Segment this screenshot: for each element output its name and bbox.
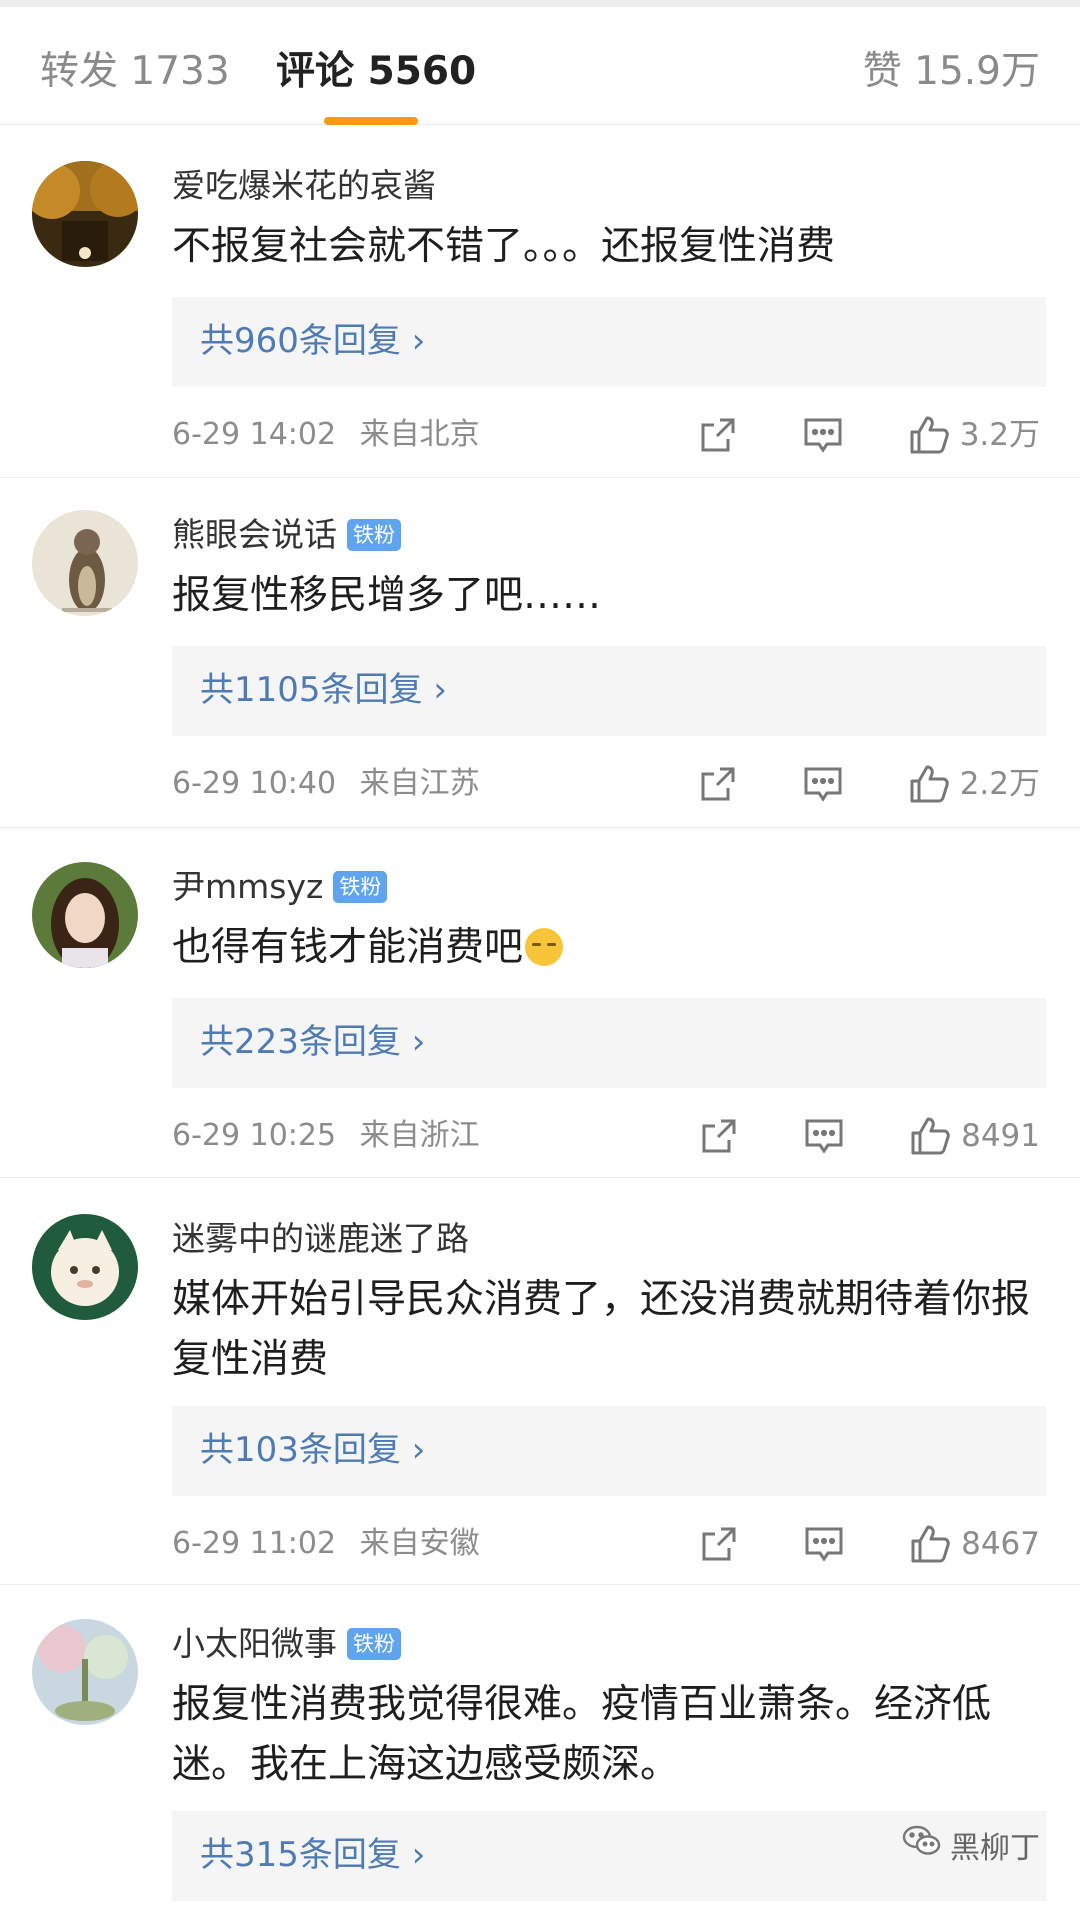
comment-location: 来自北京 bbox=[359, 417, 480, 452]
fan-badge: 铁粉 bbox=[347, 519, 401, 551]
watermark: 黑柳丁 bbox=[902, 1823, 1040, 1867]
comment-item: 熊眼会说话 铁粉 报复性移民增多了吧…… 共1105条回复 › 6-29 10:4… bbox=[0, 478, 1080, 828]
avatar[interactable] bbox=[32, 510, 138, 616]
status-strip bbox=[0, 0, 1080, 7]
comment-item: 尹mmsyz 铁粉 也得有钱才能消费吧 共223条回复 › 6-29 10:25 … bbox=[0, 828, 1080, 1178]
replies-box[interactable]: 共960条回复 › bbox=[172, 297, 1046, 387]
comment-actions: 8491 bbox=[699, 1114, 1040, 1158]
active-tab-indicator bbox=[324, 117, 418, 125]
comment-actions: 8467 bbox=[699, 1522, 1040, 1566]
username[interactable]: 小太阳微事 铁粉 bbox=[172, 1623, 401, 1665]
fan-badge: 铁粉 bbox=[333, 871, 388, 903]
share-icon[interactable] bbox=[698, 415, 738, 455]
comment-actions: 3.2万 bbox=[698, 413, 1040, 457]
comment-text: 也得有钱才能消费吧 bbox=[172, 918, 1040, 978]
share-icon[interactable] bbox=[699, 1116, 739, 1156]
like-count: 8491 bbox=[961, 1118, 1040, 1154]
tab-likes[interactable]: 赞 15.9万 bbox=[863, 47, 1040, 97]
avatar[interactable] bbox=[32, 1214, 138, 1320]
thumbs-up-icon[interactable] bbox=[908, 414, 950, 456]
comment-meta: 6-29 10:25 来自浙江 bbox=[172, 1116, 480, 1156]
comment-location: 来自江苏 bbox=[359, 766, 480, 801]
comment-list: 爱吃爆米花的哀酱 不报复社会就不错了。。。还报复性消费 共960条回复 › 6-… bbox=[0, 125, 1080, 1915]
thumbs-up-icon[interactable] bbox=[908, 763, 950, 805]
username[interactable]: 尹mmsyz 铁粉 bbox=[172, 866, 388, 908]
comment-item: 爱吃爆米花的哀酱 不报复社会就不错了。。。还报复性消费 共960条回复 › 6-… bbox=[0, 125, 1080, 478]
like-count: 3.2万 bbox=[959, 417, 1040, 453]
comment-meta: 6-29 10:40 来自江苏 bbox=[172, 764, 480, 804]
comment-actions: 2.2万 bbox=[698, 762, 1040, 806]
thumbs-up-icon[interactable] bbox=[909, 1115, 951, 1157]
comment-meta: 6-29 11:02 来自安徽 bbox=[172, 1524, 480, 1564]
replies-link[interactable]: 共103条回复 › bbox=[200, 1427, 425, 1473]
like-count: 8467 bbox=[961, 1526, 1040, 1562]
comment-time: 6-29 10:25 bbox=[172, 1118, 337, 1153]
comment-meta: 6-29 14:02 来自北京 bbox=[172, 415, 480, 455]
comment-location: 来自浙江 bbox=[359, 1118, 480, 1153]
comment-item: 迷雾中的谜鹿迷了路 媒体开始引导民众消费了，还没消费就期待着你报复性消费 共10… bbox=[0, 1178, 1080, 1585]
like-count: 2.2万 bbox=[959, 766, 1040, 802]
comment-time: 6-29 10:40 bbox=[172, 766, 337, 801]
username[interactable]: 迷雾中的谜鹿迷了路 bbox=[172, 1218, 469, 1260]
replies-box[interactable]: 共1105条回复 › bbox=[172, 646, 1046, 736]
fan-badge: 铁粉 bbox=[347, 1628, 401, 1660]
comment-location: 来自安徽 bbox=[359, 1526, 480, 1561]
share-icon[interactable] bbox=[699, 1524, 739, 1564]
replies-link[interactable]: 共1105条回复 › bbox=[200, 667, 447, 713]
tab-repost[interactable]: 转发 1733 bbox=[40, 47, 230, 97]
sleepy-emoji-icon bbox=[525, 928, 564, 966]
thumbs-up-icon[interactable] bbox=[909, 1523, 951, 1565]
replies-link[interactable]: 共223条回复 › bbox=[200, 1019, 425, 1065]
comment-text: 报复性移民增多了吧…… bbox=[172, 573, 602, 618]
replies-link[interactable]: 共315条回复 › bbox=[200, 1832, 425, 1878]
comment-text: 媒体开始引导民众消费了，还没消费就期待着你报复性消费 bbox=[172, 1277, 1031, 1382]
comment-icon[interactable] bbox=[802, 764, 844, 804]
tab-bar: 转发 1733 评论 5560 赞 15.9万 bbox=[0, 7, 1080, 125]
watermark-text: 黑柳丁 bbox=[950, 1831, 1040, 1866]
comment-text: 不报复社会就不错了。。。还报复性消费 bbox=[172, 224, 836, 269]
avatar[interactable] bbox=[32, 161, 138, 267]
replies-box[interactable]: 共103条回复 › bbox=[172, 1406, 1046, 1496]
comment-icon[interactable] bbox=[803, 1116, 845, 1156]
share-icon[interactable] bbox=[698, 764, 738, 804]
replies-box[interactable]: 共223条回复 › bbox=[172, 998, 1046, 1088]
avatar[interactable] bbox=[32, 862, 138, 968]
username[interactable]: 熊眼会说话 铁粉 bbox=[172, 514, 401, 556]
comment-icon[interactable] bbox=[803, 1524, 845, 1564]
replies-link[interactable]: 共960条回复 › bbox=[200, 318, 425, 364]
comment-time: 6-29 11:02 bbox=[172, 1526, 337, 1561]
username[interactable]: 爱吃爆米花的哀酱 bbox=[172, 165, 436, 207]
wechat-icon bbox=[902, 1824, 942, 1866]
comment-icon[interactable] bbox=[802, 415, 844, 455]
comment-time: 6-29 14:02 bbox=[172, 417, 337, 452]
comment-text: 报复性消费我觉得很难。疫情百业萧条。经济低迷。我在上海这边感受颇深。 bbox=[172, 1682, 992, 1787]
tab-comments[interactable]: 评论 5560 bbox=[276, 47, 476, 97]
avatar[interactable] bbox=[32, 1619, 138, 1725]
